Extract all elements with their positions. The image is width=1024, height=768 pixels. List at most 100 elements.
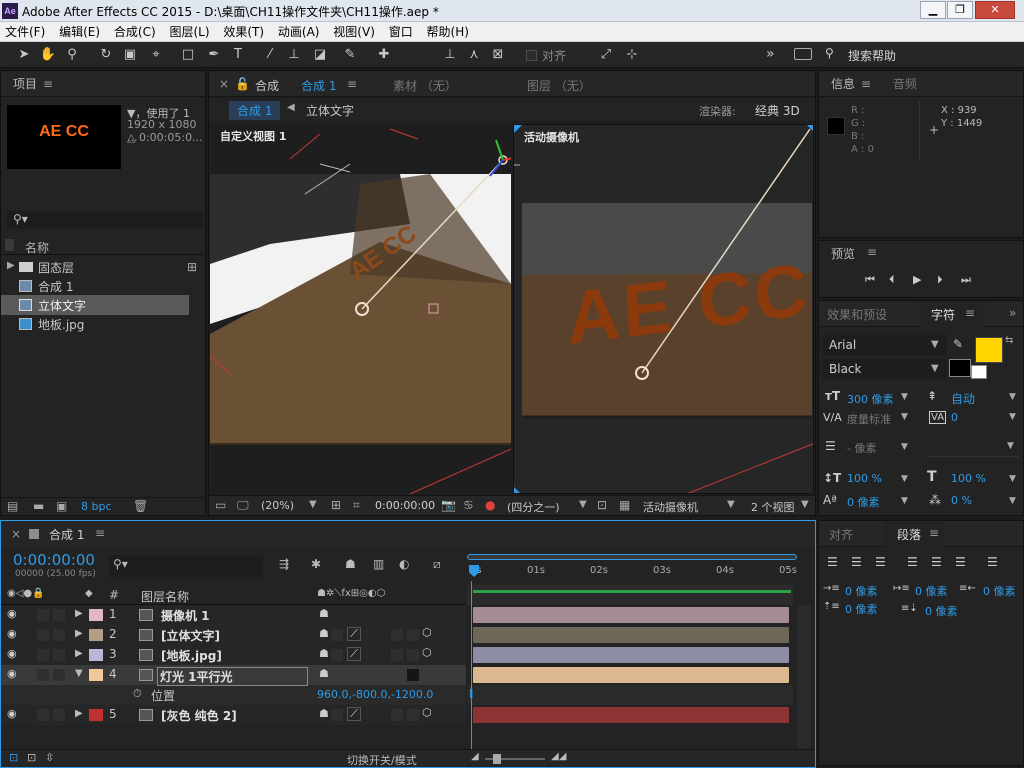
snap-feature-icon[interactable]: ⤢ <box>596 45 616 65</box>
space-before-value[interactable]: 0 像素 <box>845 601 878 617</box>
draft-3d-icon[interactable]: ✱ <box>311 557 321 571</box>
play-icon[interactable]: ▶ <box>913 273 921 286</box>
trash-icon[interactable]: 🗑 <box>133 499 148 513</box>
3d-layer-icon[interactable]: ⬡ <box>422 626 432 639</box>
expand-arrow-icon[interactable]: ▼ <box>75 668 83 679</box>
property-row[interactable]: ⏱ 位置 960.0,-800.0,-1200.0 <box>1 685 466 705</box>
show-snapshot-icon[interactable]: ♋ <box>463 498 474 512</box>
roi-icon[interactable]: ⊡ <box>597 498 607 512</box>
fill-color-swatch[interactable] <box>975 337 1003 363</box>
shy-switch-icon[interactable]: ☗ <box>319 707 329 720</box>
layer-duration-bar[interactable] <box>473 707 789 723</box>
solo-switch[interactable] <box>37 709 49 721</box>
shy-icon[interactable]: ☗ <box>345 557 356 571</box>
baseline-shift-value[interactable]: 0 像素 <box>847 494 880 510</box>
shy-switch-icon[interactable]: ☗ <box>319 627 329 640</box>
tab-align[interactable]: 对齐 <box>829 526 853 543</box>
switch-box[interactable] <box>391 649 403 661</box>
close-button[interactable]: ✕ <box>975 1 1015 19</box>
justify-left-icon[interactable]: ☰ <box>907 555 918 569</box>
panel-menu-icon[interactable]: ≡ <box>43 77 53 91</box>
snap-checkbox[interactable] <box>526 50 537 61</box>
camera-dropdown[interactable]: 活动摄像机 <box>643 499 698 515</box>
switch-box[interactable] <box>407 649 419 661</box>
menu-window[interactable]: 窗口 <box>384 22 418 42</box>
preview-title[interactable]: 预览 <box>831 245 855 262</box>
timeline-search[interactable]: ⚲▾ <box>109 555 263 577</box>
stopwatch-icon[interactable]: ⏱ <box>133 687 142 701</box>
comp-tab-label[interactable]: 合成 <box>255 77 279 94</box>
space-after-value[interactable]: 0 像素 <box>925 603 958 619</box>
leading-value[interactable]: 自动 <box>951 390 975 407</box>
puppet-pin-tool-icon[interactable]: ✚ <box>374 45 394 65</box>
lock-switch[interactable] <box>53 709 65 721</box>
layer-name[interactable]: 摄像机 1 <box>161 607 210 624</box>
align-center-icon[interactable]: ☰ <box>851 555 862 569</box>
name-column-header[interactable]: 名称 <box>25 239 49 256</box>
zoom-out-icon[interactable]: ◢ <box>471 751 479 762</box>
dropdown-arrow-icon[interactable]: ▼ <box>1009 392 1016 402</box>
label-color-swatch[interactable] <box>89 709 103 721</box>
visibility-eye-icon[interactable]: ◉ <box>7 647 17 660</box>
expand-arrow-icon[interactable]: ▶ <box>75 648 83 659</box>
pan-behind-tool-icon[interactable]: ⌖ <box>146 45 166 65</box>
workspace-icon[interactable] <box>794 48 812 60</box>
panel-menu-icon[interactable]: ≡ <box>861 77 871 91</box>
panel-menu-icon[interactable]: ≡ <box>95 526 105 540</box>
expand-panes-icon[interactable]: ⊡ <box>9 751 18 764</box>
timeline-timecode[interactable]: 0:00:00:00 <box>13 551 95 569</box>
resolution-arrow-icon[interactable]: ▼ <box>579 499 587 510</box>
dropdown-arrow-icon[interactable]: ▼ <box>901 496 908 506</box>
brush-tool-icon[interactable]: ⁄ <box>260 45 280 65</box>
project-tab-label[interactable]: 项目 <box>13 77 37 91</box>
font-style-select[interactable]: Black ▼ <box>823 359 947 379</box>
indent-right-value[interactable]: 0 像素 <box>983 583 1016 599</box>
solo-switch[interactable] <box>37 669 49 681</box>
zoom-dropdown[interactable]: (20%) <box>261 499 294 512</box>
shy-switch-icon[interactable]: ☗ <box>319 667 329 680</box>
close-tab-icon[interactable]: × <box>219 77 229 91</box>
footage-tab[interactable]: 素材 （无） <box>393 77 457 94</box>
dropdown-arrow-icon[interactable]: ▼ <box>901 474 908 484</box>
viewer-timecode[interactable]: 0:00:00:00 <box>375 499 435 512</box>
justify-all-icon[interactable]: ☰ <box>987 555 998 569</box>
font-size-value[interactable]: 300 像素 <box>847 391 894 407</box>
expand-arrow-icon[interactable]: ▶ <box>75 628 83 639</box>
breadcrumb-sub[interactable]: 立体文字 <box>306 102 354 119</box>
lock-switch[interactable] <box>53 649 65 661</box>
toggle-stretch-icon[interactable]: ⇳ <box>45 751 54 764</box>
bpc-button[interactable]: 8 bpc <box>81 500 112 513</box>
shy-switch-icon[interactable]: ☗ <box>319 647 329 660</box>
lock-switch[interactable] <box>53 669 65 681</box>
local-axis-icon[interactable]: ⊥ <box>440 45 460 65</box>
panel-menu-icon[interactable]: ≡ <box>867 245 877 259</box>
quality-switch-icon[interactable]: ⟋ <box>347 707 361 721</box>
resolution-dropdown[interactable]: (四分之一) <box>507 499 560 515</box>
menu-edit[interactable]: 编辑(E) <box>54 22 105 42</box>
breadcrumb-comp[interactable]: 合成 1 <box>229 101 281 120</box>
menu-view[interactable]: 视图(V) <box>328 22 380 42</box>
fit-icon[interactable]: ⊞ <box>331 498 341 512</box>
work-area-bar[interactable] <box>467 554 797 560</box>
view-axis-icon[interactable]: ⊠ <box>488 45 508 65</box>
comp-tab-name[interactable]: 合成 1 <box>301 77 336 94</box>
layer-row[interactable]: ◉ ▶ 1 摄像机 1 ☗ <box>1 605 466 625</box>
dropdown-arrow-icon[interactable]: ▼ <box>901 442 908 452</box>
lock-icon[interactable]: 🔓 <box>235 77 250 91</box>
layer-duration-bar[interactable] <box>473 667 789 683</box>
always-preview-icon[interactable]: ▭ <box>215 498 226 512</box>
zoom-slider-handle[interactable] <box>493 754 501 764</box>
solo-switch[interactable] <box>37 609 49 621</box>
close-tab-icon[interactable]: × <box>11 527 21 541</box>
vertical-scale-value[interactable]: 100 % <box>847 472 882 485</box>
switch-box[interactable] <box>391 629 403 641</box>
frame-blending-icon[interactable]: ▥ <box>373 557 384 571</box>
switch-box[interactable] <box>407 629 419 641</box>
tab-paragraph[interactable]: 段落 <box>897 526 921 543</box>
snapshot-icon[interactable]: 📷 <box>441 498 456 512</box>
dropdown-arrow-icon[interactable]: ▼ <box>1009 474 1016 484</box>
align-right-icon[interactable]: ☰ <box>875 555 886 569</box>
layer-duration-bar[interactable] <box>473 607 789 623</box>
expand-arrow-icon[interactable]: ▶ <box>75 608 83 619</box>
indent-first-value[interactable]: 0 像素 <box>915 583 948 599</box>
